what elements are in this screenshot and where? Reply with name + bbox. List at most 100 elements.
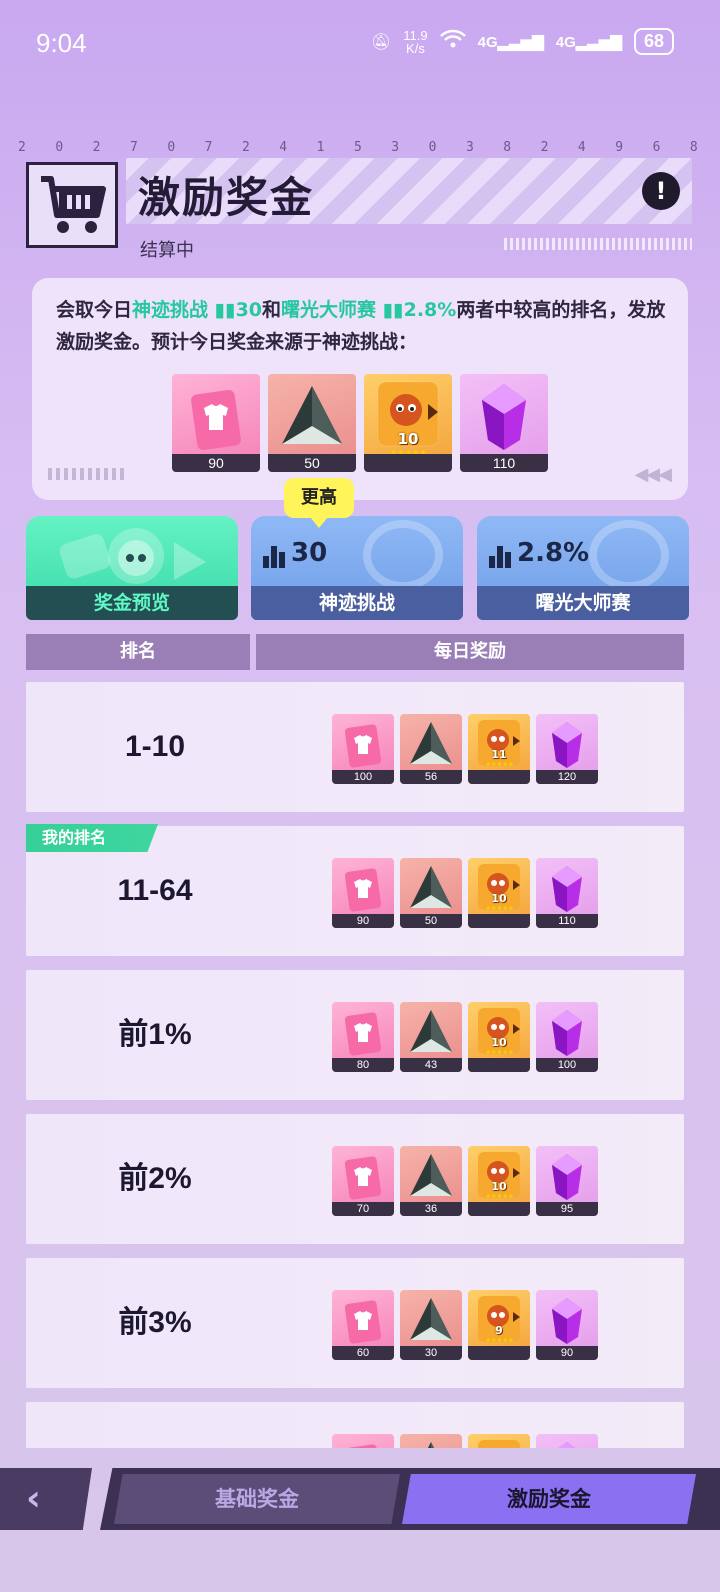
table-row: 前3% 60 30 9 ✦✦✦✦✦ 90 xyxy=(26,1258,684,1388)
item-count: 100 xyxy=(332,770,394,784)
purple-gem-icon[interactable]: 100 xyxy=(536,1002,598,1072)
decorative-digit: 5 xyxy=(353,140,362,155)
item-count xyxy=(468,1346,530,1360)
info-button[interactable]: ! xyxy=(642,172,680,210)
card-miracle-challenge[interactable]: 30 神迹挑战 xyxy=(251,516,463,620)
pet-card-icon[interactable]: 10 ✦✦✦✦✦ xyxy=(468,1146,530,1216)
shirt-ticket-icon[interactable]: 90 xyxy=(332,858,394,928)
daily-rewards: 100 56 11 ✦✦✦✦✦ 120 xyxy=(332,714,598,784)
star-rating: ✦✦✦✦✦ xyxy=(484,1336,515,1345)
decorative-digit: 6 xyxy=(652,140,661,155)
back-button[interactable]: ‹ xyxy=(0,1468,92,1530)
status-time: 9:04 xyxy=(36,28,87,58)
triangle-crystal-icon[interactable] xyxy=(400,1434,462,1448)
rank-range: 前3% xyxy=(118,1306,192,1339)
purple-gem-icon[interactable]: 120 xyxy=(536,714,598,784)
dawn-rank-value: 2.8% xyxy=(517,538,590,568)
pet-card-icon[interactable]: 10 ✦✦✦✦✦ xyxy=(468,1002,530,1072)
card-dawn-masters[interactable]: 2.8% 曙光大师赛 xyxy=(477,516,689,620)
purple-gem-icon[interactable]: 95 xyxy=(536,1146,598,1216)
triangle-crystal-icon[interactable]: 50 xyxy=(400,858,462,928)
purple-gem-icon[interactable]: 90 xyxy=(536,1290,598,1360)
shirt-ticket-icon[interactable]: 60 xyxy=(332,1290,394,1360)
shirt-ticket-icon[interactable]: 70 xyxy=(332,1146,394,1216)
item-count xyxy=(468,914,530,928)
reward-table[interactable]: 1-10 100 56 11 ✦✦✦✦✦ 120 我的排名 11-64 90 50 10 ✦✦✦✦✦ 1… xyxy=(26,682,684,1448)
settlement-status: 结算中 xyxy=(140,240,194,261)
daily-rewards xyxy=(332,1434,598,1448)
panel-decoration xyxy=(48,468,124,480)
item-count xyxy=(468,1202,530,1216)
item-count: 60 xyxy=(332,1346,394,1360)
item-count: 36 xyxy=(400,1202,462,1216)
net-speed: 11.9 K/s xyxy=(403,29,427,55)
star-rating: ✦✦✦✦✦ xyxy=(484,760,515,769)
expected-rewards: 90 50 10 ✦✦✦✦✦ 110 xyxy=(172,374,548,472)
status-bar: 9:04 🔕︎ 11.9 K/s 4G▂▃▅▇ 4G▂▃▅▇ 68 xyxy=(0,0,720,90)
page-title: 激励奖金 xyxy=(138,173,315,222)
dawn-rank: 2.8% xyxy=(489,538,589,568)
daily-rewards: 70 36 10 ✦✦✦✦✦ 95 xyxy=(332,1146,598,1216)
signal-1: 4G▂▃▅▇ xyxy=(477,33,544,51)
rank-bars-icon: ▮▮ xyxy=(382,299,404,321)
purple-gem-icon[interactable] xyxy=(536,1434,598,1448)
status-icons: 🔕︎ 11.9 K/s 4G▂▃▅▇ 4G▂▃▅▇ 68 xyxy=(371,28,674,55)
battery-indicator: 68 xyxy=(633,28,674,55)
miracle-rank: 30 xyxy=(263,538,327,568)
pet-card-icon[interactable]: 10 ✦✦✦✦✦ xyxy=(364,374,452,472)
star-rating: ✦✦✦✦✦ xyxy=(484,904,515,913)
decorative-digit: 4 xyxy=(279,140,288,155)
net-speed-unit: K/s xyxy=(406,40,425,56)
decorative-digit: 4 xyxy=(577,140,586,155)
star-rating: ✦✦✦✦✦ xyxy=(484,1048,515,1057)
triangle-crystal-icon[interactable]: 36 xyxy=(400,1146,462,1216)
card-bonus-preview[interactable]: 奖金预览 xyxy=(26,516,238,620)
pet-card-icon[interactable]: 9 ✦✦✦✦✦ xyxy=(468,1290,530,1360)
item-count: 50 xyxy=(268,454,356,472)
pet-card-icon[interactable] xyxy=(468,1434,530,1448)
shirt-ticket-icon[interactable]: 90 xyxy=(172,374,260,472)
decorative-digit: 2 xyxy=(92,140,101,155)
triangle-crystal-icon[interactable]: 30 xyxy=(400,1290,462,1360)
omega-decoration-icon xyxy=(363,520,443,590)
purple-gem-icon[interactable]: 110 xyxy=(460,374,548,472)
decorative-digit: 0 xyxy=(428,140,437,155)
decorative-digits: 2 0 2 7 0 7 2 4 1 5 3 0 3 8 2 4 9 6 8 xyxy=(18,140,698,155)
triangle-crystal-icon[interactable]: 43 xyxy=(400,1002,462,1072)
bottom-nav: ‹ 基础奖金 激励奖金 xyxy=(0,1462,720,1592)
shirt-ticket-icon[interactable]: 80 xyxy=(332,1002,394,1072)
decorative-digit: 8 xyxy=(503,140,512,155)
higher-tooltip: 更高 xyxy=(284,478,354,528)
shirt-ticket-icon[interactable] xyxy=(332,1434,394,1448)
item-count: 50 xyxy=(400,914,462,928)
decorative-digit: 0 xyxy=(55,140,64,155)
event-dawn-value: 2.8% xyxy=(403,299,457,321)
daily-rewards: 90 50 10 ✦✦✦✦✦ 110 xyxy=(332,858,598,928)
tab-incentive-bonus[interactable]: 激励奖金 xyxy=(402,1474,696,1524)
decorative-digit: 3 xyxy=(391,140,400,155)
pet-level: 10 xyxy=(397,430,419,448)
exclamation-icon: ! xyxy=(655,177,667,205)
item-count xyxy=(468,1058,530,1072)
rank-bars-icon xyxy=(263,546,285,568)
item-count: 70 xyxy=(332,1202,394,1216)
triangle-crystal-icon[interactable]: 50 xyxy=(268,374,356,472)
event-dawn-name: 曙光大师赛 xyxy=(281,299,377,321)
pet-card-icon[interactable]: 10 ✦✦✦✦✦ xyxy=(468,858,530,928)
card-label: 曙光大师赛 xyxy=(477,586,689,620)
description-text: 会取今日神迹挑战 ▮▮30和曙光大师赛 ▮▮2.8%两者中较高的排名，发放激励奖… xyxy=(56,299,666,353)
item-count: 100 xyxy=(536,1058,598,1072)
lightning-shield-icon xyxy=(589,520,669,590)
decorative-digit: 2 xyxy=(540,140,549,155)
decorative-digit: 7 xyxy=(204,140,213,155)
item-count: 110 xyxy=(536,914,598,928)
pet-card-icon[interactable]: 11 ✦✦✦✦✦ xyxy=(468,714,530,784)
triangle-crystal-icon[interactable]: 56 xyxy=(400,714,462,784)
rank-range: 1-10 xyxy=(124,730,186,763)
shirt-ticket-icon[interactable]: 100 xyxy=(332,714,394,784)
purple-gem-icon[interactable]: 110 xyxy=(536,858,598,928)
signal-2: 4G▂▃▅▇ xyxy=(555,33,622,51)
tab-basic-bonus[interactable]: 基础奖金 xyxy=(114,1474,400,1524)
table-row: 我的排名 11-64 90 50 10 ✦✦✦✦✦ 110 xyxy=(26,824,684,956)
item-count: 90 xyxy=(172,454,260,472)
